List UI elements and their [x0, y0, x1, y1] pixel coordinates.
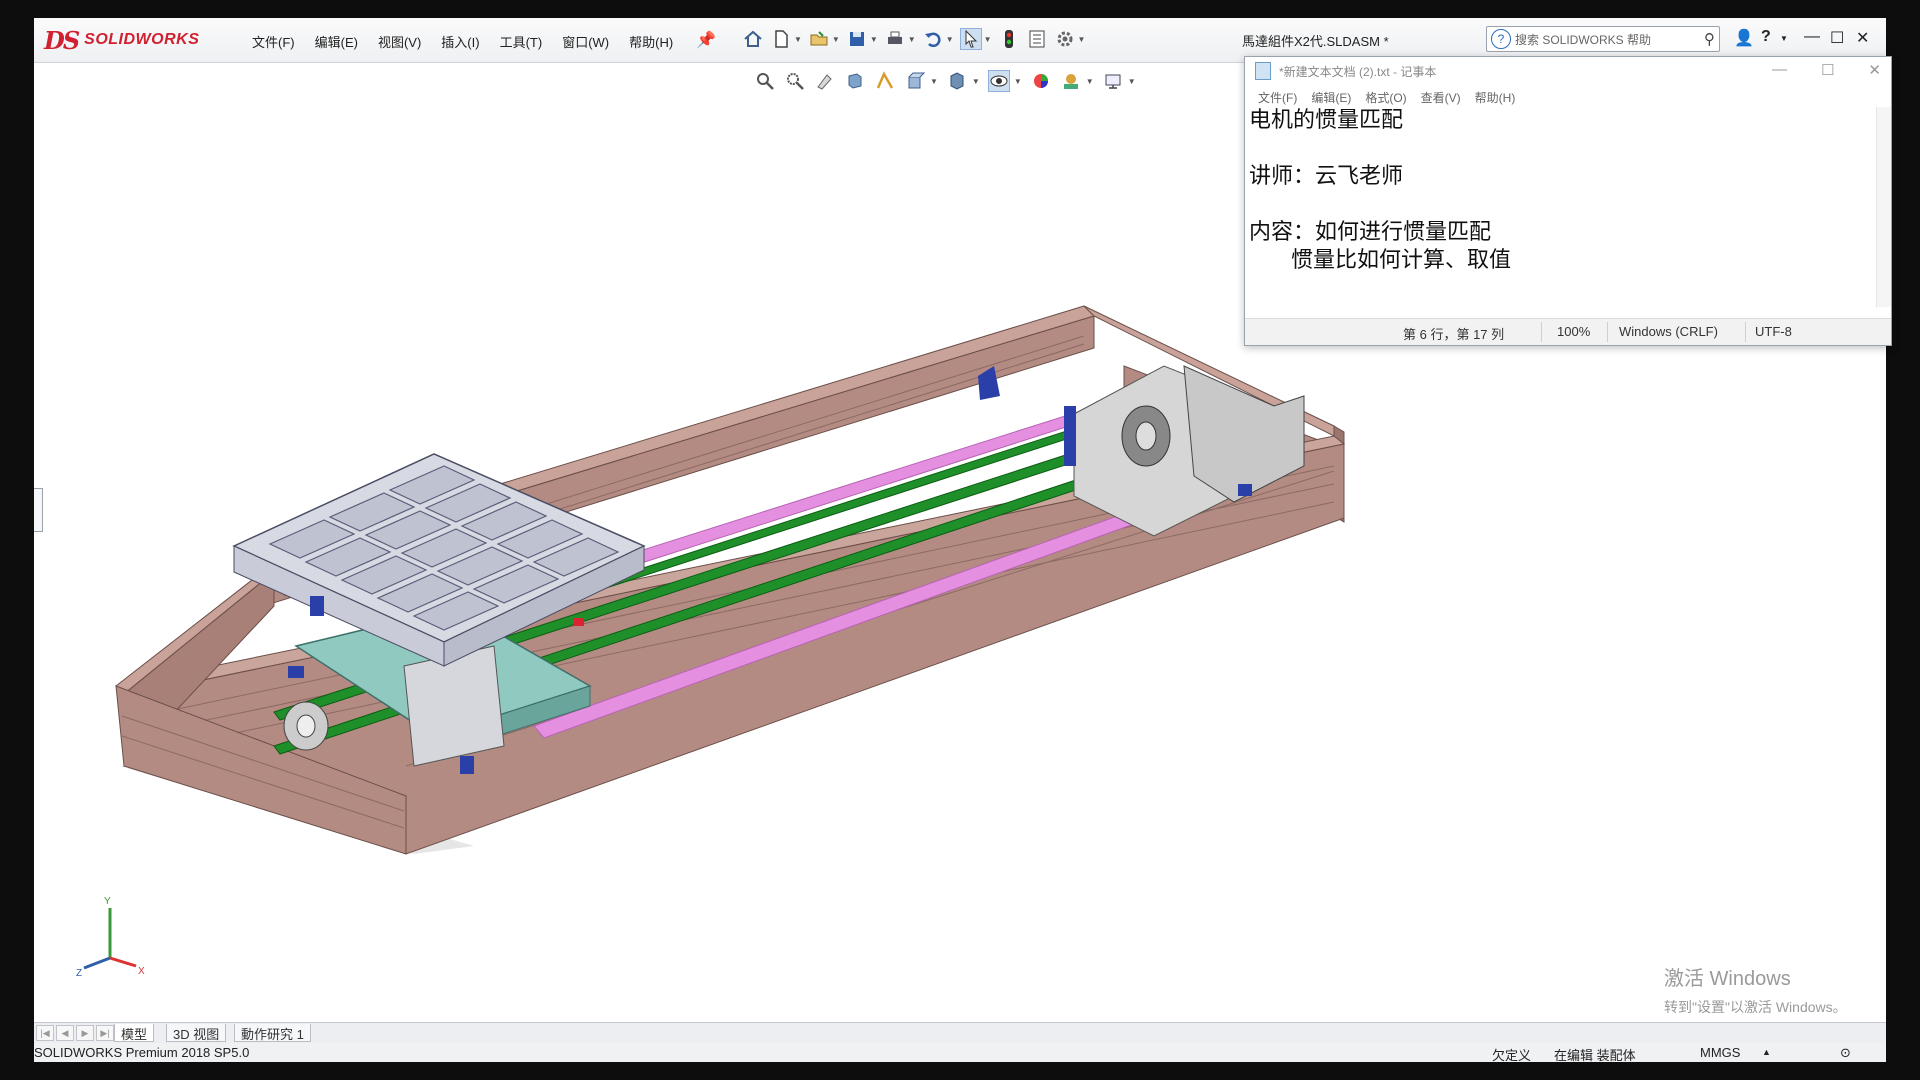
tab-model[interactable]: 模型	[114, 1024, 155, 1042]
notepad-menu-edit[interactable]: 编辑(E)	[1304, 89, 1358, 106]
notepad-window-controls: — ☐ ✕	[1772, 61, 1881, 79]
notepad-menu-view[interactable]: 查看(V)	[1414, 89, 1468, 106]
select-dropdown-icon[interactable]: ▼	[984, 35, 992, 44]
home-icon[interactable]	[742, 28, 764, 50]
activate-windows-watermark: 激活 Windows 转到"设置"以激活 Windows。	[1664, 962, 1847, 1017]
notepad-maximize-icon[interactable]: ☐	[1821, 61, 1834, 79]
pin-menu-icon[interactable]: 📌	[696, 30, 716, 50]
menu-window[interactable]: 窗口(W)	[552, 30, 619, 53]
print-dropdown-icon[interactable]: ▼	[908, 35, 916, 44]
notepad-window[interactable]: *新建文本文档 (2).txt - 记事本 — ☐ ✕ 文件(F) 编辑(E) …	[1244, 56, 1892, 346]
motor-pulley-hub	[1135, 421, 1157, 451]
coordinate-triad: Y X Z	[76, 896, 145, 979]
carriage-clip-blue	[288, 666, 304, 678]
undo-icon[interactable]	[922, 28, 944, 50]
motor-clamp-blue	[1064, 406, 1076, 466]
user-account-icon[interactable]: 👤	[1734, 28, 1754, 48]
status-bar: SOLIDWORKS Premium 2018 SP5.0 欠定义 在编辑 装配…	[34, 1043, 1886, 1062]
triad-x-label: X	[138, 966, 145, 977]
notepad-status-bar: 第 6 行，第 17 列 100% Windows (CRLF) UTF-8	[1245, 318, 1891, 345]
last-tab-arrow-icon[interactable]: ▶|	[96, 1025, 114, 1041]
rebuild-traffic-light-icon[interactable]	[998, 28, 1020, 50]
print-icon[interactable]	[884, 28, 906, 50]
file-properties-icon[interactable]	[1026, 28, 1048, 50]
notepad-menu-file[interactable]: 文件(F)	[1251, 89, 1304, 106]
open-folder-icon[interactable]	[808, 28, 830, 50]
notepad-line-ending: Windows (CRLF)	[1619, 324, 1718, 339]
menu-edit[interactable]: 编辑(E)	[305, 30, 368, 53]
notepad-app-icon	[1255, 62, 1271, 80]
logo-word: SOLIDWORKS	[84, 31, 200, 48]
menu-help[interactable]: 帮助(H)	[619, 30, 683, 53]
notepad-menu: 文件(F) 编辑(E) 格式(O) 查看(V) 帮助(H)	[1251, 89, 1522, 106]
close-icon[interactable]: ✕	[1856, 28, 1869, 48]
menu-tools[interactable]: 工具(T)	[490, 30, 553, 53]
watermark-line1: 激活 Windows	[1664, 968, 1791, 990]
notepad-menu-format[interactable]: 格式(O)	[1358, 89, 1413, 106]
definition-state: 欠定义	[1492, 1048, 1532, 1062]
triad-y-label: Y	[104, 896, 111, 907]
notepad-vertical-scrollbar[interactable]	[1876, 107, 1891, 307]
maximize-icon[interactable]: ☐	[1830, 28, 1844, 48]
notepad-cursor-position: 第 6 行，第 17 列	[1403, 327, 1505, 342]
solidworks-logo[interactable]: DS SOLIDWORKS	[44, 24, 214, 56]
standard-toolbar: ▼ ▼ ▼ ▼ ▼ ▼ ▼	[742, 28, 1085, 50]
undo-dropdown-icon[interactable]: ▼	[946, 35, 954, 44]
save-dropdown-icon[interactable]: ▼	[870, 35, 878, 44]
notepad-zoom: 100%	[1557, 324, 1591, 339]
document-title: 馬達組件X2代.SLDASM *	[1242, 34, 1389, 49]
tab-motion-study[interactable]: 動作研究 1	[234, 1024, 311, 1042]
notepad-menu-help[interactable]: 帮助(H)	[1468, 89, 1523, 106]
tray-red-marker	[574, 618, 584, 626]
help-icon[interactable]: ?	[1761, 28, 1771, 46]
motor-clip-blue	[1238, 484, 1252, 496]
main-menu: 文件(F) 编辑(E) 视图(V) 插入(I) 工具(T) 窗口(W) 帮助(H…	[242, 30, 683, 53]
options-gear-icon[interactable]	[1054, 28, 1076, 50]
unit-system-dropdown-icon[interactable]: ▲	[1762, 1047, 1771, 1057]
model-tabs-bar: |◀ ◀ ▶ ▶| 模型 3D 视图 動作研究 1	[34, 1022, 1886, 1043]
search-icon[interactable]: ⚲	[1704, 30, 1715, 48]
search-placeholder: 搜索 SOLIDWORKS 帮助	[1515, 32, 1652, 47]
open-dropdown-icon[interactable]: ▼	[832, 35, 840, 44]
new-dropdown-icon[interactable]: ▼	[794, 35, 802, 44]
help-question-icon: ?	[1491, 29, 1511, 49]
tab-3d-view[interactable]: 3D 视图	[166, 1024, 227, 1042]
status-divider	[1745, 322, 1746, 342]
notepad-minimize-icon[interactable]: —	[1772, 61, 1787, 79]
notepad-close-icon[interactable]: ✕	[1868, 61, 1881, 79]
watermark-line2: 转到"设置"以激活 Windows。	[1664, 999, 1847, 1015]
product-version: SOLIDWORKS Premium 2018 SP5.0	[34, 1045, 250, 1060]
notepad-text-area[interactable]: 电机的惯量匹配 讲师：云飞老师 内容：如何进行惯量匹配 惯量比如何计算、取值	[1249, 107, 1859, 309]
menu-file[interactable]: 文件(F)	[242, 30, 305, 53]
prev-tab-arrow-icon[interactable]: ◀	[56, 1025, 74, 1041]
notepad-encoding: UTF-8	[1755, 324, 1792, 339]
status-divider	[1541, 322, 1542, 342]
minimize-icon[interactable]: —	[1804, 28, 1820, 46]
notepad-title: *新建文本文档 (2).txt - 记事本	[1279, 64, 1437, 79]
triad-z-label: Z	[76, 968, 82, 979]
next-tab-arrow-icon[interactable]: ▶	[76, 1025, 94, 1041]
carriage-support	[403, 645, 505, 767]
tray-clip-blue	[310, 596, 324, 616]
help-dropdown-icon[interactable]: ▼	[1780, 34, 1788, 43]
logo-ds-mark: DS	[44, 25, 80, 55]
menu-insert[interactable]: 插入(I)	[431, 30, 489, 53]
new-document-icon[interactable]	[770, 28, 792, 50]
tab-scroll-arrows: |◀ ◀ ▶ ▶|	[36, 1025, 114, 1041]
tooltip-help-icon[interactable]: ⊙	[1840, 1045, 1851, 1061]
first-tab-arrow-icon[interactable]: |◀	[36, 1025, 54, 1041]
carriage-clip-blue-2	[460, 756, 474, 774]
help-search-box[interactable]: ? 搜索 SOLIDWORKS 帮助 ⚲	[1486, 26, 1720, 52]
idler-pulley-hub	[296, 714, 316, 738]
options-dropdown-icon[interactable]: ▼	[1078, 35, 1086, 44]
select-cursor-icon[interactable]	[959, 28, 982, 50]
feature-manager-collapse-tab[interactable]	[34, 488, 43, 532]
status-divider	[1607, 322, 1608, 342]
save-icon[interactable]	[846, 28, 868, 50]
menu-view[interactable]: 视图(V)	[368, 30, 431, 53]
unit-system[interactable]: MMGS	[1700, 1045, 1740, 1060]
editing-state: 在编辑 装配体	[1554, 1048, 1636, 1062]
